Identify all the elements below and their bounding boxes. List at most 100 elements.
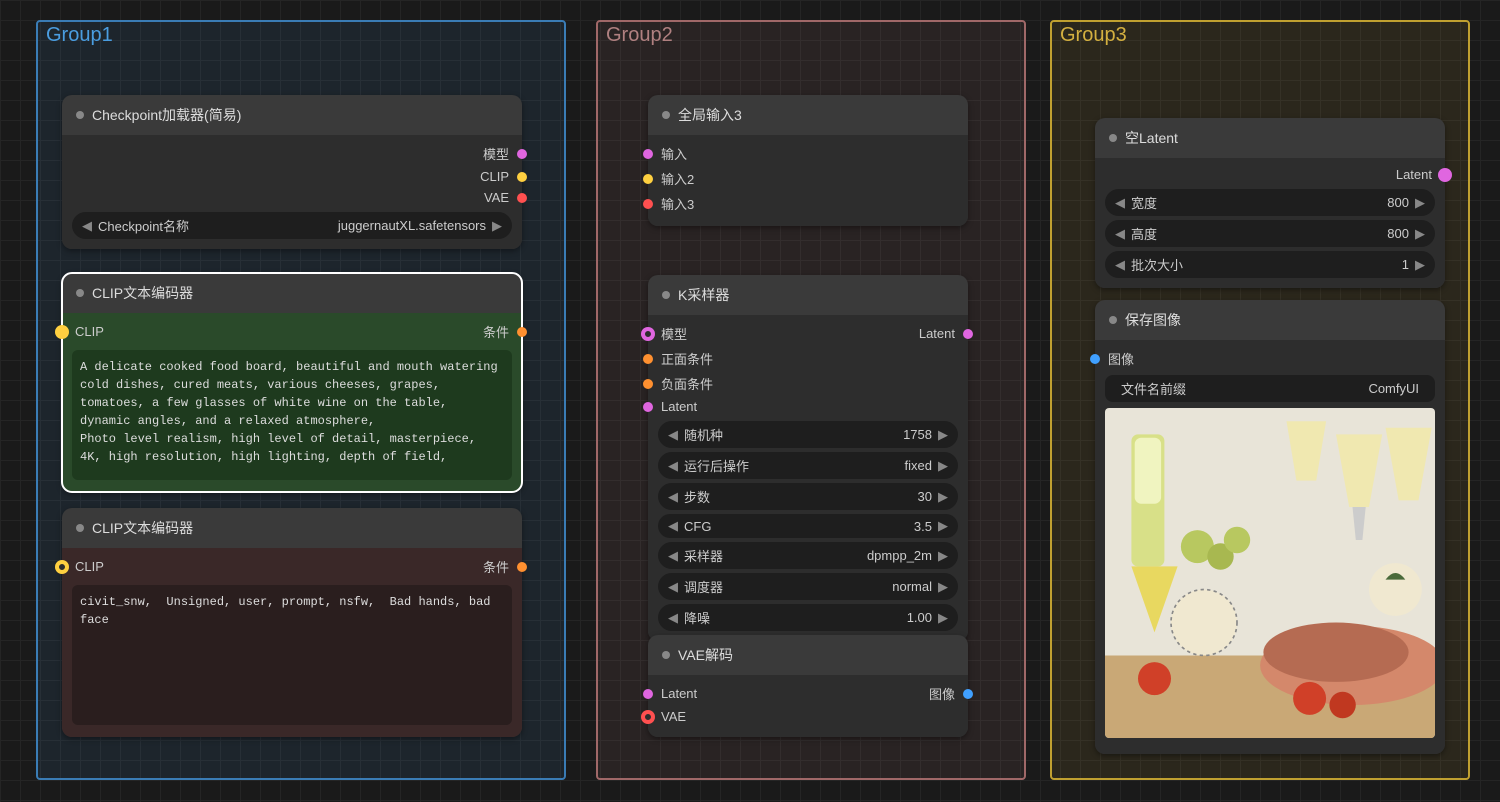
chevron-right-icon[interactable]: ▶ [938, 548, 948, 564]
node-save-image[interactable]: 保存图像 图像 文件名前缀ComfyUI [1095, 300, 1445, 754]
node-empty-latent[interactable]: 空Latent Latent ◀宽度800▶ ◀高度800▶ ◀批次大小1▶ [1095, 118, 1445, 288]
node-clip-text-encode-negative[interactable]: CLIP文本编码器 CLIP 条件 civit_snw, Unsigned, u… [62, 508, 522, 737]
batch-size-field[interactable]: ◀批次大小1▶ [1105, 251, 1435, 278]
port-dot[interactable] [963, 689, 973, 699]
prompt-text[interactable]: A delicate cooked food board, beautiful … [72, 350, 512, 480]
output-latent[interactable]: Latent [1095, 164, 1445, 185]
seed-field[interactable]: ◀随机种1758▶ [658, 421, 958, 448]
chevron-right-icon[interactable]: ▶ [938, 489, 948, 505]
input-latent[interactable]: Latent [648, 681, 707, 706]
input-3[interactable]: 输入3 [648, 191, 968, 216]
collapse-icon[interactable] [662, 111, 670, 119]
prompt-text[interactable]: civit_snw, Unsigned, user, prompt, nsfw,… [72, 585, 512, 725]
output-latent[interactable]: Latent [909, 321, 968, 346]
chevron-left-icon[interactable]: ◀ [1115, 226, 1125, 242]
input-2[interactable]: 输入2 [648, 166, 968, 191]
chevron-right-icon[interactable]: ▶ [938, 458, 948, 474]
port-dot[interactable] [517, 193, 527, 203]
chevron-right-icon[interactable]: ▶ [1415, 226, 1425, 242]
chevron-left-icon[interactable]: ◀ [668, 458, 678, 474]
chevron-left-icon[interactable]: ◀ [668, 518, 678, 534]
chevron-left-icon[interactable]: ◀ [1115, 257, 1125, 273]
node-header[interactable]: Checkpoint加载器(简易) [62, 95, 522, 135]
chevron-left-icon[interactable]: ◀ [668, 489, 678, 505]
port-dot[interactable] [1440, 170, 1450, 180]
node-header[interactable]: CLIP文本编码器 [62, 273, 522, 313]
input-negative[interactable]: 负面条件 [648, 371, 968, 396]
output-image[interactable]: 图像 [919, 681, 968, 706]
node-header[interactable]: CLIP文本编码器 [62, 508, 522, 548]
input-1[interactable]: 输入 [648, 141, 968, 166]
chevron-left-icon[interactable]: ◀ [82, 218, 92, 234]
node-header[interactable]: 空Latent [1095, 118, 1445, 158]
port-dot[interactable] [643, 689, 653, 699]
port-dot[interactable] [643, 329, 653, 339]
port-dot[interactable] [517, 149, 527, 159]
port-dot[interactable] [643, 174, 653, 184]
port-dot[interactable] [643, 402, 653, 412]
cfg-field[interactable]: ◀CFG3.5▶ [658, 514, 958, 538]
width-field[interactable]: ◀宽度800▶ [1105, 189, 1435, 216]
collapse-icon[interactable] [76, 289, 84, 297]
image-preview[interactable] [1105, 408, 1435, 738]
input-clip[interactable]: CLIP [62, 554, 114, 579]
chevron-right-icon[interactable]: ▶ [492, 218, 502, 234]
chevron-right-icon[interactable]: ▶ [1415, 257, 1425, 273]
node-header[interactable]: K采样器 [648, 275, 968, 315]
node-canvas[interactable]: Group1 Group2 Group3 Checkpoint加载器(简易) 模… [0, 0, 1500, 802]
port-dot[interactable] [1090, 354, 1100, 364]
port-dot[interactable] [57, 562, 67, 572]
port-dot[interactable] [57, 327, 67, 337]
port-dot[interactable] [963, 329, 973, 339]
chevron-right-icon[interactable]: ▶ [938, 427, 948, 443]
chevron-right-icon[interactable]: ▶ [938, 610, 948, 626]
port-dot[interactable] [517, 327, 527, 337]
collapse-icon[interactable] [1109, 316, 1117, 324]
collapse-icon[interactable] [662, 291, 670, 299]
node-header[interactable]: 全局输入3 [648, 95, 968, 135]
height-field[interactable]: ◀高度800▶ [1105, 220, 1435, 247]
input-image[interactable]: 图像 [1095, 346, 1445, 371]
sampler-field[interactable]: ◀采样器dpmpp_2m▶ [658, 542, 958, 569]
collapse-icon[interactable] [1109, 134, 1117, 142]
node-clip-text-encode-positive[interactable]: CLIP文本编码器 CLIP 条件 A delicate cooked food… [62, 273, 522, 492]
node-ksampler[interactable]: K采样器 模型 Latent 正面条件 负面条件 Latent ◀随机种1758… [648, 275, 968, 641]
output-clip[interactable]: CLIP [62, 166, 522, 187]
port-dot[interactable] [643, 149, 653, 159]
chevron-right-icon[interactable]: ▶ [938, 518, 948, 534]
filename-prefix-field[interactable]: 文件名前缀ComfyUI [1105, 375, 1435, 402]
node-header[interactable]: VAE解码 [648, 635, 968, 675]
input-clip[interactable]: CLIP [62, 319, 114, 344]
output-vae[interactable]: VAE [62, 187, 522, 208]
after-generate-field[interactable]: ◀运行后操作fixed▶ [658, 452, 958, 479]
port-dot[interactable] [643, 354, 653, 364]
chevron-left-icon[interactable]: ◀ [1115, 195, 1125, 211]
node-checkpoint-loader[interactable]: Checkpoint加载器(简易) 模型 CLIP VAE ◀Checkpoin… [62, 95, 522, 249]
output-conditioning[interactable]: 条件 [473, 554, 522, 579]
scheduler-field[interactable]: ◀调度器normal▶ [658, 573, 958, 600]
checkpoint-name-field[interactable]: ◀Checkpoint名称juggernautXL.safetensors▶ [72, 212, 512, 239]
output-model[interactable]: 模型 [62, 141, 522, 166]
output-conditioning[interactable]: 条件 [473, 319, 522, 344]
chevron-right-icon[interactable]: ▶ [938, 579, 948, 595]
chevron-left-icon[interactable]: ◀ [668, 427, 678, 443]
chevron-right-icon[interactable]: ▶ [1415, 195, 1425, 211]
input-latent[interactable]: Latent [648, 396, 968, 417]
node-vae-decode[interactable]: VAE解码 Latent 图像 VAE [648, 635, 968, 737]
collapse-icon[interactable] [662, 651, 670, 659]
port-dot[interactable] [643, 712, 653, 722]
input-positive[interactable]: 正面条件 [648, 346, 968, 371]
chevron-left-icon[interactable]: ◀ [668, 548, 678, 564]
collapse-icon[interactable] [76, 111, 84, 119]
port-dot[interactable] [517, 172, 527, 182]
port-dot[interactable] [517, 562, 527, 572]
node-header[interactable]: 保存图像 [1095, 300, 1445, 340]
chevron-left-icon[interactable]: ◀ [668, 579, 678, 595]
denoise-field[interactable]: ◀降噪1.00▶ [658, 604, 958, 631]
input-model[interactable]: 模型 [648, 321, 697, 346]
port-dot[interactable] [643, 379, 653, 389]
node-global-input-3[interactable]: 全局输入3 输入 输入2 输入3 [648, 95, 968, 226]
chevron-left-icon[interactable]: ◀ [668, 610, 678, 626]
input-vae[interactable]: VAE [648, 706, 968, 727]
steps-field[interactable]: ◀步数30▶ [658, 483, 958, 510]
